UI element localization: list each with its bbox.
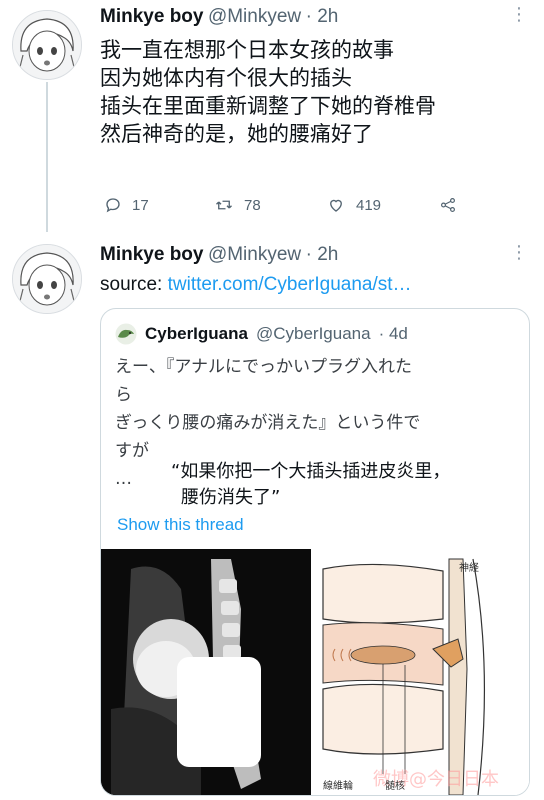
translation-line: “如果你把一个大插头插进皮炎里， [171,461,451,482]
avatar[interactable] [12,244,82,314]
reply-button[interactable]: 17 [104,196,214,214]
nerve-label: 神経 [459,563,479,574]
quote-text-line: えー、『アナルにでっかいプラグ入れた [115,357,412,377]
source-label: source: [100,274,163,295]
more-icon[interactable]: ⋮ [510,242,528,263]
spine-diagram-graphic: 微博@今日日本 [313,549,529,795]
author-handle[interactable]: @Minkyew [208,244,301,265]
quote-author-name[interactable]: CyberIguana [145,324,248,344]
quote-author-handle[interactable]: @CyberIguana [256,324,371,344]
author-name[interactable]: Minkye boy [100,6,203,27]
tweet-time[interactable]: · 2h [306,6,339,27]
share-button[interactable] [438,196,458,214]
annulus-label: 線維輪 [323,781,353,792]
thread-connector-line [46,82,48,232]
more-icon[interactable]: ⋮ [510,4,528,25]
reply-icon [106,198,120,213]
tweet-text-line: 我一直在想那个日本女孩的故事 [100,38,394,62]
tweet-text: 我一直在想那个日本女孩的故事 因为她体内有个很大的插头 插头在里面重新调整了下她… [100,36,436,148]
tweet-header: Minkye boy @Minkyew · 2h [100,244,338,266]
retweet-button[interactable]: 78 [214,196,326,214]
tweet-text-line: 插头在里面重新调整了下她的脊椎骨 [100,94,436,118]
nucleus-label: 髄核 [385,781,405,792]
anime-avatar-icon [13,11,81,79]
tweet-actions: 17 78 419 [104,196,464,214]
quote-text-line: ぎっくり腰の痛みが消えた』という件で [115,413,421,433]
author-name[interactable]: Minkye boy [100,244,203,265]
source-link[interactable]: twitter.com/CyberIguana/st… [168,274,412,295]
quote-header: CyberIguana @CyberIguana · 4d [115,323,408,345]
anime-avatar-icon [13,245,81,313]
quote-time: · 4d [378,324,408,343]
quoted-tweet-card[interactable]: CyberIguana @CyberIguana · 4d えー、『アナルにでっ… [100,308,530,796]
tweet-text-line: 因为她体内有个很大的插头 [100,66,352,90]
retweet-count: 78 [244,196,261,214]
like-button[interactable]: 419 [326,196,438,214]
avatar[interactable] [12,10,82,80]
translation-overlay: “如果你把一个大插头插进皮炎里， 腰伤消失了” [171,459,450,511]
share-icon [441,198,455,212]
like-icon [330,199,342,212]
ct-scan-graphic [101,549,311,795]
translation-line: 腰伤消失了” [181,487,281,508]
tweet-header: Minkye boy @Minkyew · 2h [100,6,338,28]
reply-count: 17 [132,196,149,214]
like-count: 419 [356,196,382,214]
retweet-icon [216,200,232,210]
censor-block [177,657,261,767]
show-thread-link[interactable]: Show this thread [117,515,244,535]
author-handle[interactable]: @Minkyew [208,6,301,27]
source-line: source: twitter.com/CyberIguana/st… [100,274,412,296]
iguana-avatar-icon [115,323,137,345]
ct-scan-image[interactable] [101,549,311,795]
quote-text-line: ら [115,385,132,405]
tweet-time[interactable]: · 2h [306,244,339,265]
spine-diagram-image[interactable]: 微博@今日日本 神経 線維輪 髄核 [313,549,529,795]
tweet-text-line: 然后神奇的是，她的腰痛好了 [100,122,373,146]
